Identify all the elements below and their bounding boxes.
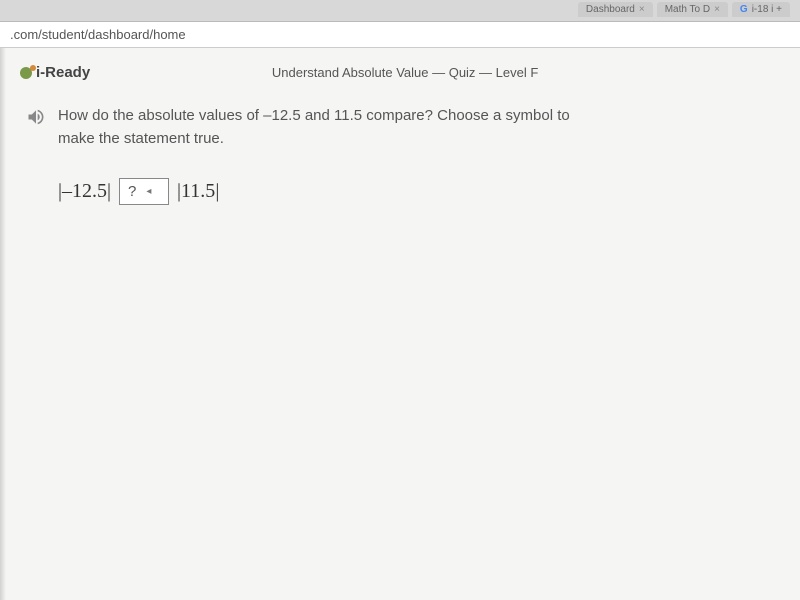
- tab-label: i-18 i +: [752, 4, 782, 15]
- abs-bar-right-close: |: [215, 180, 219, 203]
- page-content: i-Ready Understand Absolute Value — Quiz…: [0, 48, 800, 600]
- chevron-left-icon: ◂: [146, 186, 151, 197]
- close-icon[interactable]: ×: [639, 4, 645, 15]
- abs-bar-left-close: |: [107, 180, 111, 203]
- left-shadow: [0, 48, 6, 600]
- url-text: .com/student/dashboard/home: [10, 27, 186, 42]
- browser-tab[interactable]: G i-18 i +: [732, 2, 790, 17]
- question-block: How do the absolute values of –12.5 and …: [20, 95, 780, 160]
- tab-label: Math To D: [665, 4, 710, 15]
- question-text: How do the absolute values of –12.5 and …: [58, 105, 578, 150]
- left-operand: –12.5: [62, 180, 107, 203]
- browser-tab[interactable]: Dashboard ×: [578, 2, 653, 17]
- lesson-title: Understand Absolute Value — Quiz — Level…: [90, 65, 720, 80]
- dropdown-value: ?: [128, 183, 136, 200]
- lesson-header: i-Ready Understand Absolute Value — Quiz…: [20, 58, 780, 95]
- audio-icon[interactable]: [26, 107, 46, 127]
- equation: |–12.5| ? ◂ |11.5|: [20, 160, 780, 205]
- right-operand: 11.5: [181, 180, 215, 203]
- url-bar[interactable]: .com/student/dashboard/home: [0, 22, 800, 48]
- brand-text: i-Ready: [36, 64, 90, 81]
- browser-tab[interactable]: Math To D ×: [657, 2, 728, 17]
- brand-icon: [20, 67, 32, 79]
- browser-tab-bar: Dashboard × Math To D × G i-18 i +: [0, 0, 800, 22]
- google-icon: G: [740, 4, 748, 15]
- close-icon[interactable]: ×: [714, 4, 720, 15]
- comparison-dropdown[interactable]: ? ◂: [119, 178, 169, 205]
- tab-label: Dashboard: [586, 4, 635, 15]
- brand-logo: i-Ready: [20, 64, 90, 81]
